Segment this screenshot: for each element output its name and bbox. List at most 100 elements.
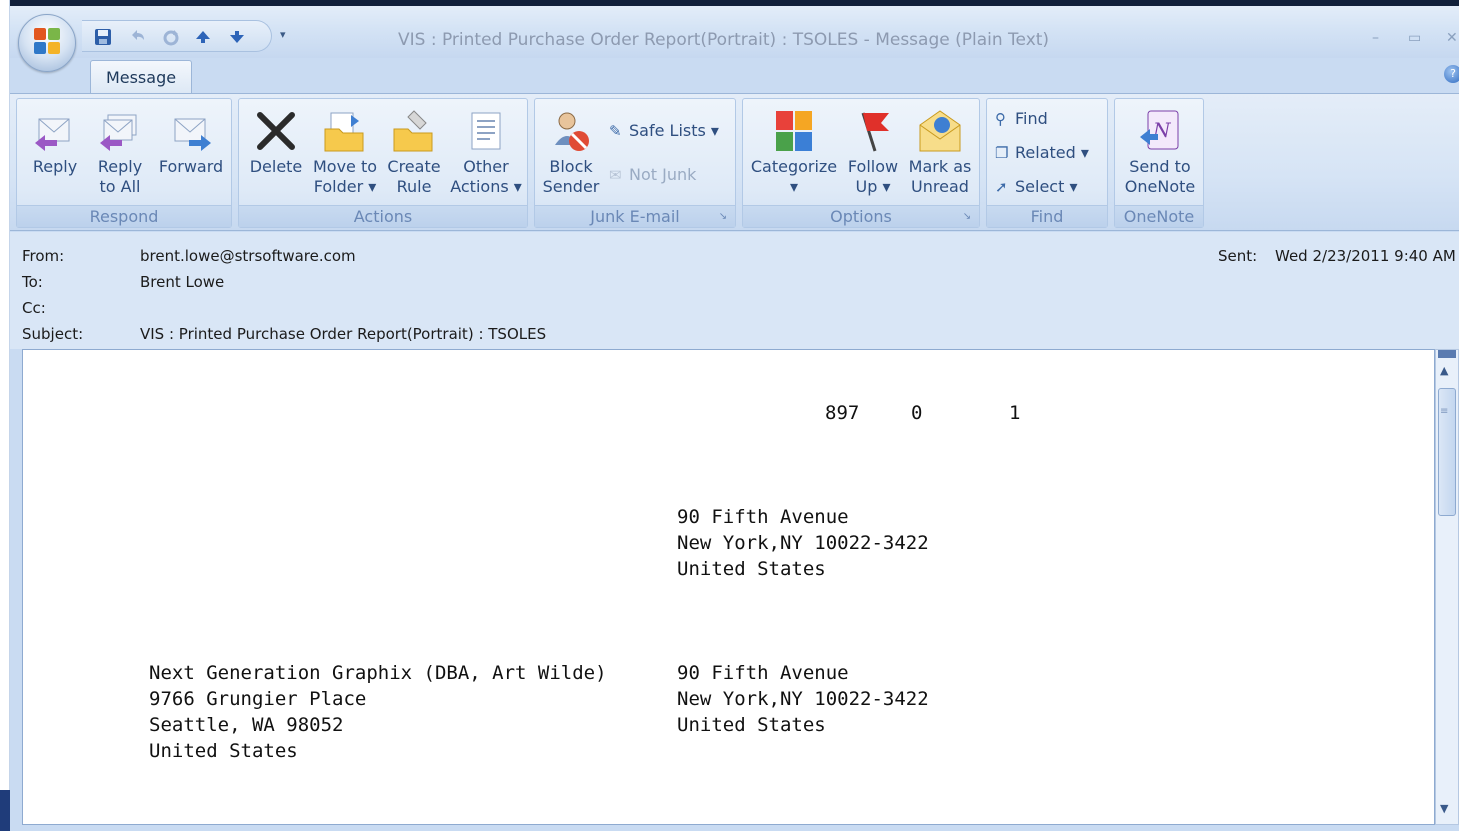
categorize-icon [776, 111, 812, 151]
subject-value: VIS : Printed Purchase Order Report(Port… [140, 325, 547, 343]
mark-as-unread-button[interactable]: Mark as Unread [907, 105, 973, 197]
bill-address-line-2: New York,NY 10022-3422 [677, 688, 929, 710]
options-dialog-launcher-icon[interactable]: ↘ [961, 211, 973, 223]
reply-button[interactable]: Reply [27, 105, 83, 177]
sent-label: Sent: [1218, 247, 1258, 265]
block-sender-label-1: Block [549, 157, 593, 176]
scroll-grip-icon: ≡ [1440, 406, 1449, 417]
po-number: 897 [825, 402, 860, 424]
bottom-border [10, 825, 1459, 831]
message-body[interactable]: 897 0 1 90 Fifth Avenue New York,NY 1002… [22, 349, 1435, 825]
from-label: From: [22, 247, 65, 265]
move-to-label-1: Move to [312, 157, 378, 176]
group-options: Categorize ▾ Follow Up ▾ Mark as Unread … [742, 98, 980, 228]
categorize-button[interactable]: Categorize ▾ [749, 105, 839, 197]
follow-up-label-2: Up ▾ [855, 177, 891, 196]
scroll-down-arrow-icon[interactable]: ▼ [1440, 802, 1448, 815]
follow-up-label-1: Follow [847, 157, 899, 176]
group-options-label: Options ↘ [743, 205, 979, 227]
reply-all-icon [100, 114, 137, 151]
find-label: Find [1015, 109, 1048, 128]
not-junk-label: Not Junk [629, 165, 697, 184]
select-button[interactable]: ➚ Select ▾ [995, 177, 1077, 197]
cc-label: Cc: [22, 299, 46, 317]
safe-lists-button[interactable]: ✎ Safe Lists ▾ [609, 121, 719, 141]
not-junk-button[interactable]: ✉ Not Junk [609, 165, 696, 185]
group-options-label-text: Options [830, 207, 892, 226]
ribbon-tab-strip [10, 58, 1459, 94]
group-respond: Reply Reply to All Forward Respond [16, 98, 232, 228]
create-rule-icon [393, 110, 433, 152]
ribbon: Reply Reply to All Forward Respond Delet… [10, 93, 1459, 231]
down-arrow-icon[interactable] [228, 28, 246, 49]
vertical-scrollbar[interactable]: ▲ ≡ ▼ [1435, 349, 1459, 825]
send-to-onenote-label-2: OneNote [1124, 177, 1196, 196]
save-icon[interactable] [94, 28, 112, 49]
reply-all-button[interactable]: Reply to All [91, 105, 149, 197]
customize-qat-icon[interactable]: ▾ [280, 28, 286, 41]
other-actions-button[interactable]: Other Actions ▾ [449, 105, 523, 197]
group-junk-label: Junk E-mail ↘ [535, 205, 735, 227]
related-button[interactable]: ❐ Related ▾ [995, 143, 1089, 163]
related-label: Related ▾ [1015, 143, 1089, 162]
scroll-up-arrow-icon[interactable]: ▲ [1440, 364, 1448, 377]
redo-icon[interactable] [162, 28, 180, 49]
mark-unread-icon [919, 110, 961, 152]
other-actions-label-1: Other [463, 157, 509, 176]
create-rule-button[interactable]: Create Rule [385, 105, 443, 197]
group-onenote-label: OneNote [1115, 205, 1203, 227]
categorize-label-2: ▾ [789, 177, 799, 196]
forward-label: Forward [158, 157, 224, 176]
create-rule-label-2: Rule [396, 177, 432, 196]
office-button[interactable] [18, 14, 76, 72]
forward-button[interactable]: Forward [155, 105, 227, 177]
create-rule-label-1: Create [387, 157, 441, 176]
window-title: VIS : Printed Purchase Order Report(Port… [398, 30, 1050, 50]
title-bar: ▾ VIS : Printed Purchase Order Report(Po… [10, 0, 1459, 58]
bill-address-line-1: 90 Fifth Avenue [677, 662, 849, 684]
group-find: ⚲ Find ❐ Related ▾ ➚ Select ▾ Find [986, 98, 1108, 228]
cursor-arrow-icon: ➚ [995, 178, 1008, 196]
binoculars-icon: ⚲ [995, 110, 1006, 128]
junk-dialog-launcher-icon[interactable]: ↘ [717, 211, 729, 223]
split-handle[interactable] [1438, 350, 1456, 358]
office-logo-icon [34, 28, 62, 56]
undo-icon[interactable] [128, 28, 146, 49]
send-to-onenote-button[interactable]: N Send to OneNote [1119, 105, 1201, 197]
delete-label: Delete [249, 157, 303, 176]
reply-all-label-2: to All [99, 177, 141, 196]
group-onenote: N Send to OneNote OneNote [1114, 98, 1204, 228]
to-label: To: [22, 273, 43, 291]
vendor-address-line-3: Seattle, WA 98052 [149, 714, 344, 736]
mark-as-label-2: Unread [911, 177, 969, 196]
related-icon: ❐ [995, 144, 1009, 162]
select-label: Select ▾ [1015, 177, 1078, 196]
quick-access-toolbar [82, 20, 272, 52]
minimize-button[interactable]: – [1372, 30, 1379, 46]
group-actions-label: Actions [239, 205, 527, 227]
to-value[interactable]: Brent Lowe [140, 273, 224, 291]
move-to-folder-button[interactable]: Move to Folder ▾ [311, 105, 379, 197]
sent-value: Wed 2/23/2011 9:40 AM [1275, 247, 1456, 265]
move-to-folder-icon [324, 112, 364, 152]
bill-address-line-3: United States [677, 714, 826, 736]
find-button[interactable]: ⚲ Find [995, 109, 1048, 129]
block-sender-label-2: Sender [542, 177, 600, 196]
mark-as-label-1: Mark as [908, 157, 972, 176]
tab-message[interactable]: Message [90, 60, 192, 94]
delete-button[interactable]: Delete [247, 105, 305, 177]
safe-lists-label: Safe Lists ▾ [629, 121, 719, 140]
maximize-button[interactable]: ▭ [1408, 30, 1421, 46]
from-value[interactable]: brent.lowe@strsoftware.com [140, 247, 356, 265]
close-button[interactable]: ✕ [1446, 30, 1458, 46]
categorize-label-1: Categorize [750, 157, 838, 176]
group-find-label: Find [987, 205, 1107, 227]
block-sender-button[interactable]: Block Sender [539, 105, 603, 197]
move-to-label-2: Folder ▾ [313, 177, 377, 196]
up-arrow-icon[interactable] [194, 28, 212, 49]
group-junk-label-text: Junk E-mail [590, 207, 680, 226]
help-icon[interactable]: ? [1444, 65, 1459, 83]
po-revision: 0 [911, 402, 923, 424]
safe-lists-icon: ✎ [609, 122, 622, 140]
follow-up-button[interactable]: Follow Up ▾ [843, 105, 903, 197]
